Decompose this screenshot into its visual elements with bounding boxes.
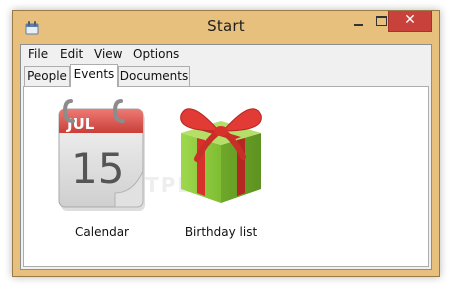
app-window: Start ✕ File Edit View Options People Ev… (12, 10, 440, 277)
menu-view[interactable]: View (94, 47, 122, 61)
maximize-icon (376, 16, 387, 26)
close-icon: ✕ (404, 12, 416, 28)
title-bar[interactable]: Start ✕ (13, 11, 439, 44)
calendar-month: JUL (66, 115, 95, 133)
minimize-icon (354, 24, 363, 26)
tab-events[interactable]: Events (70, 64, 118, 87)
minimize-button[interactable] (348, 11, 370, 32)
close-button[interactable]: ✕ (388, 11, 432, 32)
tab-people[interactable]: People (24, 66, 70, 86)
calendar-day: 15 (71, 144, 124, 193)
calendar-label: Calendar (75, 225, 129, 239)
menu-options[interactable]: Options (133, 47, 179, 61)
events-panel: SOFTPEDIA JUL 15 Calendar Birthday list (23, 86, 429, 267)
menu-file[interactable]: File (28, 47, 48, 61)
tab-strip: People Events Documents (21, 64, 431, 87)
birthday-list-item[interactable]: Birthday list (166, 87, 276, 257)
menu-edit[interactable]: Edit (60, 47, 83, 61)
calendar-icon: JUL 15 (58, 99, 145, 211)
gift-box-icon (180, 108, 262, 203)
menu-bar: File Edit View Options (21, 45, 431, 64)
birthday-list-label: Birthday list (184, 225, 258, 239)
calendar-item[interactable]: JUL 15 Calendar (47, 87, 157, 257)
client-area: File Edit View Options People Events Doc… (20, 44, 432, 270)
tab-documents[interactable]: Documents (118, 66, 190, 86)
